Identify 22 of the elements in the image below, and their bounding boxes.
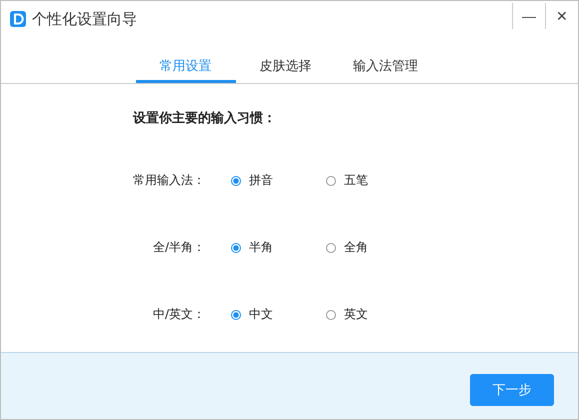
- radio-button[interactable]: [231, 176, 241, 186]
- radio-button[interactable]: [326, 176, 336, 186]
- window-title: 个性化设置向导: [32, 10, 137, 28]
- radio-button[interactable]: [231, 310, 241, 320]
- option-label: 五笔: [344, 172, 368, 189]
- setting-label: 常用输入法：: [133, 172, 205, 189]
- radio-button[interactable]: [231, 242, 241, 252]
- tab[interactable]: 皮肤选择: [236, 57, 336, 83]
- minimize-button[interactable]: —: [512, 3, 545, 29]
- section-heading: 设置你主要的输入习惯：: [133, 111, 277, 127]
- option-label: 半角: [249, 239, 273, 256]
- app-logo-icon: [10, 11, 26, 27]
- setting-label: 全/半角：: [152, 239, 205, 256]
- radio-button[interactable]: [326, 310, 336, 320]
- tab[interactable]: 输入法管理: [336, 57, 436, 83]
- setting-label: 中/英文：: [152, 306, 205, 323]
- option-label: 全角: [344, 239, 368, 256]
- radio-button[interactable]: [326, 242, 336, 252]
- option-label: 拼音: [249, 172, 273, 189]
- option-label: 中文: [249, 306, 273, 323]
- close-button[interactable]: ✕: [545, 3, 578, 29]
- option-label: 英文: [344, 306, 368, 323]
